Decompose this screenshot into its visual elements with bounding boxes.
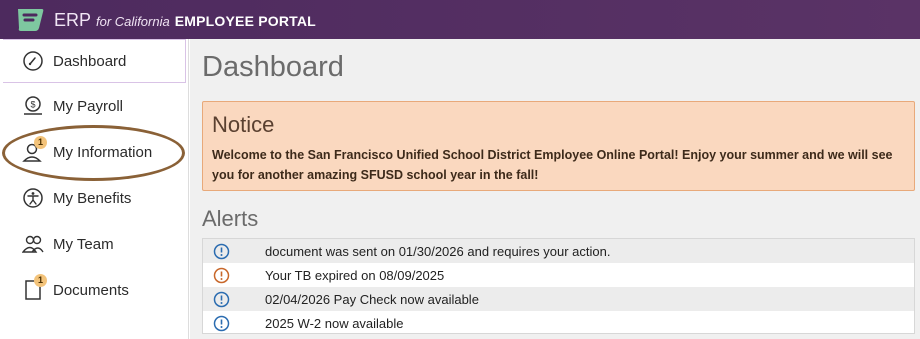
- speedometer-icon: [23, 51, 43, 71]
- alert-row[interactable]: 2025 W-2 now available: [203, 311, 914, 335]
- brand-title: ERP for California EMPLOYEE PORTAL: [54, 10, 316, 31]
- top-bar: ERP for California EMPLOYEE PORTAL: [0, 0, 920, 39]
- alerts-list: document was sent on 01/30/2026 and requ…: [202, 238, 915, 334]
- alert-info-icon: [213, 315, 230, 331]
- alert-info-icon: [213, 243, 230, 259]
- notice-panel: Notice Welcome to the San Francisco Unif…: [202, 101, 915, 191]
- alert-info-icon: [213, 291, 230, 307]
- sidebar-item-my-benefits[interactable]: My Benefits: [3, 176, 186, 220]
- sidebar-item-documents[interactable]: 1 Documents: [3, 268, 186, 312]
- notification-badge: 1: [34, 274, 47, 287]
- sidebar-item-label: My Team: [53, 235, 114, 253]
- brand-erp: ERP: [54, 10, 92, 30]
- sidebar-item-my-team[interactable]: My Team: [3, 222, 186, 266]
- dollar-icon: $: [24, 96, 42, 115]
- sidebar-item-my-payroll[interactable]: $ My Payroll: [3, 84, 186, 128]
- sidebar-item-label: Documents: [53, 281, 129, 299]
- alert-row[interactable]: document was sent on 01/30/2026 and requ…: [203, 239, 914, 263]
- sidebar-item-label: My Payroll: [53, 97, 124, 115]
- svg-text:$: $: [30, 100, 35, 110]
- accessibility-icon: [23, 188, 43, 208]
- sidebar-item-dashboard[interactable]: Dashboard: [3, 39, 186, 83]
- brand-portal: EMPLOYEE PORTAL: [174, 13, 316, 29]
- alerts-title: Alerts: [202, 206, 259, 231]
- sidebar-item-label: My Information: [53, 143, 153, 161]
- main-content: Dashboard Notice Welcome to the San Fran…: [190, 39, 920, 339]
- alert-text: 2025 W-2 now available: [265, 315, 404, 331]
- page-title: Dashboard: [202, 51, 344, 83]
- notice-text: Welcome to the San Francisco Unified Sch…: [212, 148, 893, 182]
- alert-row[interactable]: 02/04/2026 Pay Check now available: [203, 287, 914, 311]
- alert-text: 02/04/2026 Pay Check now available: [265, 291, 479, 307]
- alert-text: Your TB expired on 08/09/2025: [265, 267, 445, 283]
- alert-row[interactable]: Your TB expired on 08/09/2025: [203, 263, 914, 287]
- alert-text: document was sent on 01/30/2026 and requ…: [265, 243, 611, 259]
- sidebar: Dashboard $ My Payroll 1 My Information …: [0, 39, 189, 339]
- sidebar-item-label: My Benefits: [53, 189, 132, 207]
- sidebar-item-my-information[interactable]: 1 My Information: [3, 130, 186, 174]
- notification-badge: 1: [34, 136, 47, 149]
- erp-logo-icon[interactable]: [15, 6, 45, 34]
- sidebar-item-label: Dashboard: [53, 52, 127, 70]
- team-icon: [22, 235, 44, 253]
- brand-ca: for California: [96, 14, 170, 29]
- alert-warning-icon: [213, 267, 230, 283]
- notice-title: Notice: [212, 112, 275, 137]
